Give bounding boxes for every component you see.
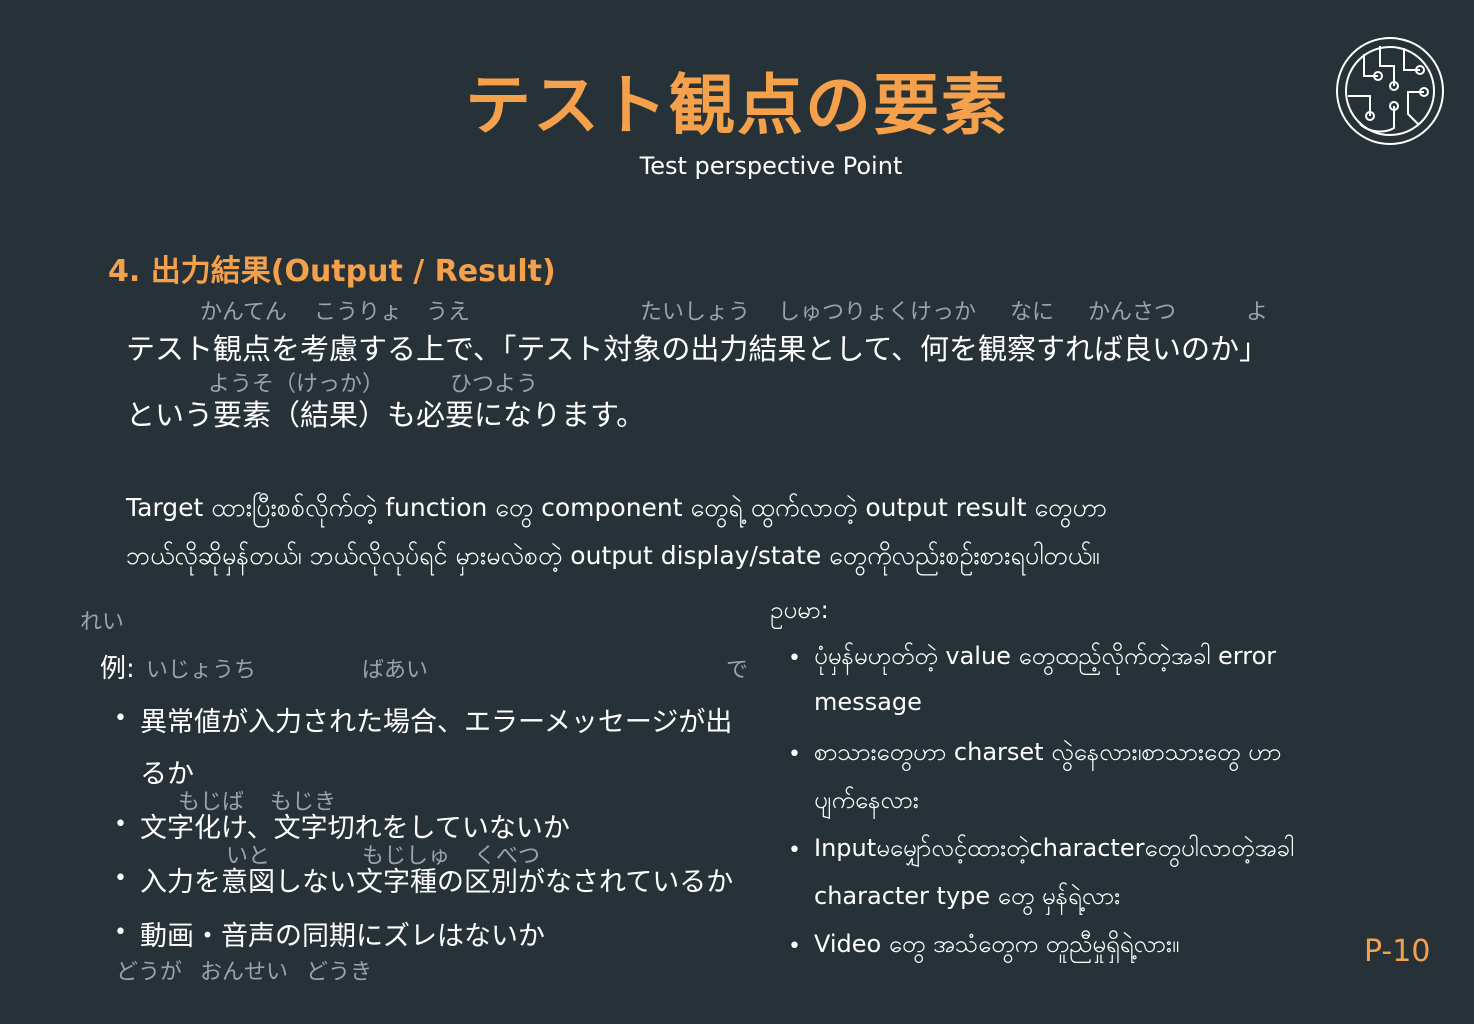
bullet-dot-icon: • bbox=[788, 742, 801, 767]
page-subtitle: Test perspective Point bbox=[639, 152, 903, 180]
burmese-intro-line-1: Target ထားပြီးစစ်လိုက်တဲ့ function တွေ c… bbox=[126, 493, 1108, 522]
bullet-dot-icon: • bbox=[114, 812, 127, 837]
left-item-1: 異常値が入力された場合、エラーメッセージが出 bbox=[140, 707, 733, 738]
intro-line-2: という要素（結果）も必要になります。 bbox=[126, 398, 646, 432]
ruby-kouryo: こうりょ bbox=[314, 300, 403, 325]
intro-line-1: テスト観点を考慮する上で、「テスト対象の出力結果として、何を観察すれば良いのか」 bbox=[126, 332, 1269, 366]
page-number: P-10 bbox=[1364, 934, 1431, 969]
ruby-nani: なに bbox=[1010, 300, 1055, 325]
right-item-1-cont: message bbox=[814, 688, 922, 716]
ruby-douga: どうが bbox=[116, 960, 183, 985]
page-title: テスト観点の要素 bbox=[465, 67, 1009, 144]
left-item-3: 入力を意図しない文字種の区別がなされているか bbox=[140, 867, 734, 898]
circuit-circle-logo-icon bbox=[1336, 37, 1444, 145]
ruby-baai: ばあい bbox=[362, 658, 429, 683]
right-item-2: စာသားတွေဟာ charset လွဲနေလား၊စာသားတွေ ဟာ bbox=[814, 738, 1282, 766]
ruby-kansatsu: かんさつ bbox=[1088, 300, 1177, 325]
ruby-yo: よ bbox=[1246, 300, 1269, 325]
bullet-dot-icon: • bbox=[114, 920, 127, 945]
example-label-mm: ဥပမာ: bbox=[770, 596, 829, 624]
ruby-onsei: おんせい bbox=[200, 960, 289, 985]
ruby-ue: うえ bbox=[426, 300, 471, 325]
ruby-de: で bbox=[726, 658, 749, 683]
ruby-douki: どうき bbox=[306, 960, 373, 985]
bullet-dot-icon: • bbox=[788, 838, 801, 863]
section-number: 4. bbox=[108, 254, 141, 289]
bullet-dot-icon: • bbox=[114, 866, 127, 891]
ruby-kanten: かんてん bbox=[200, 300, 287, 325]
bullet-dot-icon: • bbox=[788, 646, 801, 671]
ruby-ijouchi: いじょうち bbox=[146, 658, 257, 683]
ruby-shutsuryoku-kekka: しゅつりょくけっか bbox=[778, 300, 977, 325]
right-item-3: Inputမမျှော်လင့်ထားတဲ့characterတွေပါလာတဲ… bbox=[814, 834, 1295, 862]
left-item-4: 動画・音声の同期にズレはないか bbox=[140, 921, 545, 952]
bullet-dot-icon: • bbox=[114, 706, 127, 731]
right-item-2-cont: ပျက်နေလား bbox=[814, 786, 919, 814]
example-label-jp: 例: bbox=[100, 654, 135, 684]
ruby-taishou: たいしょう bbox=[640, 300, 751, 325]
ruby-rei: れい bbox=[80, 610, 125, 635]
section-heading: 4. 出力結果(Output / Result) bbox=[108, 246, 556, 290]
burmese-intro-line-2: ဘယ်လိုဆိုမှန်တယ်၊ ဘယ်လိုလုပ်ရင် မှားမလဲစ… bbox=[126, 541, 1100, 570]
right-item-3-cont: character type တွေ မှန်ရဲ့လား bbox=[814, 882, 1121, 910]
section-heading-text: 出力結果(Output / Result) bbox=[150, 254, 556, 289]
bullet-dot-icon: • bbox=[788, 934, 801, 959]
right-item-1: ပုံမှန်မဟုတ်တဲ့ value တွေထည့်လိုက်တဲ့အခါ… bbox=[814, 642, 1277, 670]
right-item-4: Video တွေ အသံတွေက တူညီမှုရှိရဲ့လား။ bbox=[814, 930, 1180, 958]
